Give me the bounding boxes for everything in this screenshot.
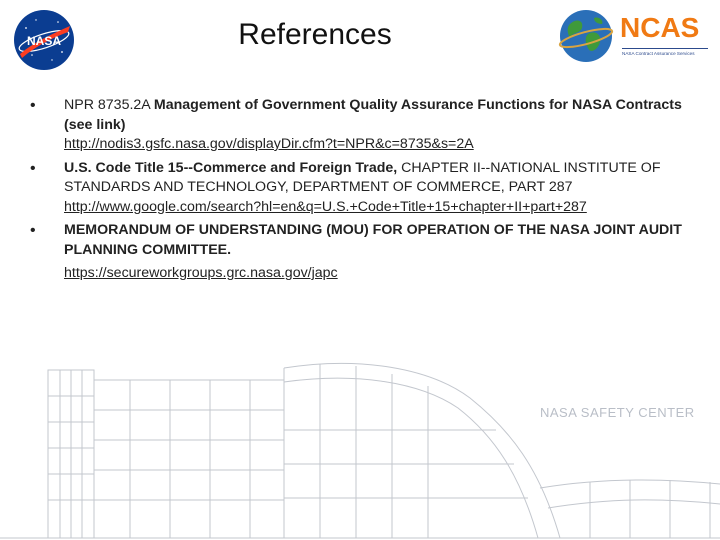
reference-item: • U.S. Code Title 15--Commerce and Forei…	[30, 159, 690, 218]
references-list: • NPR 8735.2A Management of Government Q…	[30, 96, 690, 288]
slide: NASA References NCAS NASA Contract Assur…	[0, 0, 720, 540]
reference-title: MEMORANDUM OF UNDERSTANDING (MOU) FOR OP…	[64, 222, 682, 258]
reference-suffix: .	[227, 241, 232, 258]
reference-item: • NPR 8735.2A Management of Government Q…	[30, 96, 690, 155]
reference-title: Management of Government Quality Assuran…	[64, 97, 682, 133]
ncas-logo-subtitle: NASA Contract Assurance Services	[622, 48, 708, 56]
reference-item: • MEMORANDUM OF UNDERSTANDING (MOU) FOR …	[30, 221, 690, 284]
page-title: References	[238, 18, 392, 51]
reference-title: U.S. Code Title 15--Commerce and Foreign…	[64, 159, 398, 176]
bullet-icon: •	[30, 159, 36, 177]
bullet-icon: •	[30, 97, 36, 114]
building-drawing	[0, 362, 720, 539]
reference-link[interactable]: http://nodis3.gsfc.nasa.gov/displayDir.c…	[64, 135, 690, 155]
ncas-logo-text: NCAS	[620, 12, 700, 43]
reference-prefix: NPR 8735.2A	[64, 97, 154, 113]
globe-icon	[558, 10, 614, 62]
ncas-logo: NCAS NASA Contract Assurance Services	[558, 8, 708, 62]
bullet-icon: •	[30, 222, 36, 239]
reference-link[interactable]: http://www.google.com/search?hl=en&q=U.S…	[64, 198, 690, 218]
nasa-safety-center-label: NASA SAFETY CENTER	[540, 405, 695, 420]
reference-link[interactable]: https://secureworkgroups.grc.nasa.gov/ja…	[64, 264, 690, 284]
